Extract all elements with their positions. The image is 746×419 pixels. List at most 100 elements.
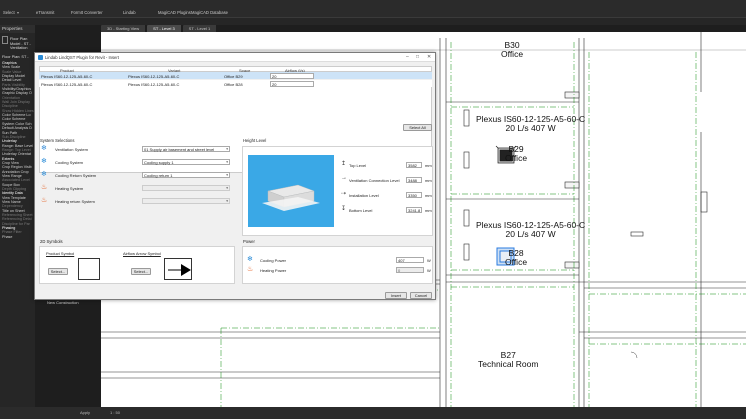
ribbon-item-formit[interactable]: FormIt Converter [71,10,103,15]
minimize-icon[interactable]: – [406,54,409,60]
tab-st-level-3[interactable]: ST - Level 3 [147,25,181,32]
level-arrow-icon: ↧ [341,206,347,212]
product-symbol-label: Product Symbol [46,251,75,256]
tab-3d-starting-view[interactable]: 3D - Starting View [101,25,146,32]
cell-space: Office B28 [224,81,243,87]
airflow-input[interactable]: 20 [270,80,314,87]
system-select[interactable]: ▾ [142,197,230,204]
height-label: Installation Level [349,192,379,198]
property-list: Graphics View Scale Scale Value Display Mod… [2,61,34,239]
instance-selector[interactable]: Floor Plan: ST - [2,55,29,59]
property-item[interactable]: Associated Level [2,178,34,182]
room-tag-b27[interactable]: B27 Technical Room [478,351,538,369]
heating-return-icon: ♨ [41,197,48,204]
system-row: ♨ Heating return System ▾ [41,197,231,205]
power-panel: ❄ Cooling Power 407 W ♨ Heating Power 0 W [242,246,433,284]
height-unit: mm [425,192,432,198]
select-airflow-symbol-button[interactable]: Select... [131,268,151,275]
heating-icon: ♨ [247,266,254,273]
system-label: Heating return System [55,199,95,204]
apply-button[interactable]: Apply [80,410,90,415]
cooling-return-icon: ❄ [41,171,47,178]
close-icon[interactable]: ✕ [427,54,431,60]
chevron-down-icon: ▾ [226,185,228,190]
height-input[interactable]: 3241.8 [406,206,422,213]
height-row: ↥ Top Level 3582 mm [341,161,456,169]
height-label: Bottom Level [349,207,373,213]
system-row: ❄ Ventilation System 01 Supply air basemen… [41,145,231,153]
property-item[interactable]: Underlay Orientat [2,152,34,156]
property-item[interactable]: Phase [2,235,34,239]
table-row[interactable]: Plexus IS60-12-125-A5-60-C Plexus IS60-1… [39,72,432,79]
view-tabs: 3D - Starting View ST - Level 3 ST - Lev… [101,25,218,32]
table-row[interactable]: Plexus IS60-12-125-A5-60-C Plexus IS60-1… [39,80,432,87]
level-arrow-icon: → [341,175,347,181]
properties-panel: Properties Floor Plan Model - ST - Venti… [0,25,35,410]
level-arrow-icon: ↥ [341,161,347,167]
system-select[interactable]: 01 Supply air basement and street level ▾ [142,145,230,152]
symbols-panel: Product Symbol Select... Airflow Arrow S… [39,246,235,284]
cell-space: Office B29 [224,73,243,79]
cancel-button[interactable]: Cancel [410,292,432,299]
cooling-icon: ❄ [41,158,47,165]
view-scale[interactable]: 1 : 50 [110,410,120,415]
height-row: ↧ Bottom Level 3241.8 mm [341,206,456,214]
cell-variant: Plexus IS60-12-125-A5-60-C [128,81,180,87]
system-select[interactable]: ▾ [142,184,230,191]
height-input[interactable]: 3488 [406,176,422,183]
power-unit: W [427,268,431,273]
height-input[interactable]: 3582 [406,161,422,168]
power-input[interactable]: 0 [396,266,424,273]
select-product-symbol-button[interactable]: Select... [48,268,68,275]
chevron-down-icon: ▾ [226,198,228,203]
height-label: Ventilation Connection Level [349,177,400,183]
airflow-input[interactable]: 20 [270,72,314,79]
type-family: Floor Plan [10,37,28,41]
2d-symbols-title: 2D Symbols [40,239,63,244]
type-selector[interactable]: Floor Plan Model - ST - Ventilation [0,34,35,56]
height-label: Top Level [349,162,367,168]
system-row: ❄ Cooling System Cooling supply 1 ▾ [41,158,231,166]
select-menu[interactable]: Select [3,10,15,15]
insert-button[interactable]: Insert [385,292,407,299]
property-item[interactable]: Default Analysis D [2,126,34,130]
power-row: ❄ Cooling Power 407 W [247,256,431,264]
ribbon-item-etransmit[interactable]: eTransmit [36,10,54,15]
ribbon-item-magicad-database[interactable]: MagiCAD Database [191,10,228,15]
chevron-down-icon: ▾ [226,172,228,177]
system-label: Cooling Return System [55,173,97,178]
property-item[interactable]: Crop Region Visib [2,165,34,169]
device-tag-1[interactable]: Plexus IS60-12-125-A5-60-C 20 L/s 407 W [476,115,585,133]
cell-variant: Plexus IS60-12-125-A5-60-C [128,73,180,79]
room-tag-b29[interactable]: B29 Office [505,145,527,163]
airflow-symbol-label: Airflow Arrow Symbol [123,251,161,256]
device-tag-2[interactable]: Plexus IS60-12-125-A5-60-C 20 L/s 407 W [476,221,585,239]
power-label: Heating Power [260,268,287,273]
properties-title: Properties [0,25,35,33]
height-unit: mm [425,177,432,183]
room-tag-b30[interactable]: B30 Office [501,41,523,59]
system-select[interactable]: Cooling return 1 ▾ [142,171,230,178]
cell-product: Plexus IS60-12-125-A5-60-C [41,81,93,87]
phase-value: New Construction [47,300,79,305]
power-input[interactable]: 407 [396,256,424,263]
ribbon-panel-strip [0,18,746,25]
system-select[interactable]: Cooling supply 1 ▾ [142,158,230,165]
ribbon-item-lindab[interactable]: Lindab [123,10,136,15]
tab-st-level-1[interactable]: ST - Level 1 [182,25,217,32]
device-3d-preview [262,184,320,211]
floor-plan-icon [2,36,8,44]
insert-dialog: Lindab LindQST Plugin for Revit - Insert… [34,52,436,300]
heating-icon: ♨ [41,184,48,191]
ribbon-item-magicad-plugins[interactable]: MagiCAD Plugins [158,10,191,15]
system-label: Heating System [55,186,84,191]
height-input[interactable]: 3350 [406,191,422,198]
chevron-down-icon[interactable]: ▾ [17,10,19,15]
select-all-button[interactable]: Select All [403,124,432,131]
room-tag-b28[interactable]: B28 Office [505,249,527,267]
height-level-title: Height Level [243,138,267,143]
status-bar: Apply 1 : 50 [0,407,746,419]
lindab-logo-icon [38,55,43,60]
system-label: Cooling System [55,160,84,165]
maximize-icon[interactable]: □ [416,54,419,60]
